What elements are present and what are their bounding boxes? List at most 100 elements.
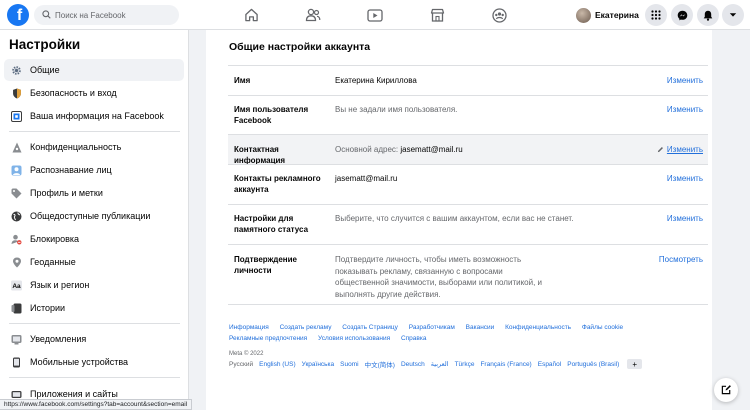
language-link[interactable]: Français (France) xyxy=(480,361,531,368)
sidebar-item-label: Уведомления xyxy=(30,334,87,344)
sidebar-item-security[interactable]: Безопасность и вход xyxy=(4,82,184,104)
row-value: Выберите, что случится с вашим аккаунтом… xyxy=(335,214,574,223)
face-icon xyxy=(11,165,22,176)
sidebar-item-label: Безопасность и вход xyxy=(30,88,117,98)
settings-row-contact[interactable]: Контактная информация Основной адрес: ja… xyxy=(228,134,708,165)
location-icon xyxy=(11,257,22,268)
language-icon: Aa xyxy=(11,280,22,291)
copyright: Meta © 2022 xyxy=(229,351,264,357)
sidebar-item-label: Профиль и метки xyxy=(30,188,103,198)
edit-memorialization-link[interactable]: Изменить xyxy=(667,214,703,223)
watch-icon[interactable] xyxy=(366,6,384,24)
language-link[interactable]: Українська xyxy=(302,361,335,368)
footer-link[interactable]: Конфиденциальность xyxy=(505,322,571,333)
profile-shortcut[interactable]: Екатерина xyxy=(576,6,639,24)
sidebar-divider xyxy=(9,131,180,132)
language-link[interactable]: Türkçe xyxy=(455,361,475,368)
language-current: Русский xyxy=(229,360,254,368)
sidebar-item-label: Приложения и сайты xyxy=(30,389,118,399)
language-list: Русский English (US) Українська Suomi 中文… xyxy=(229,359,643,369)
compose-icon xyxy=(721,384,732,397)
settings-row-ad-contacts[interactable]: Контакты рекламного аккаунта jasematt@ma… xyxy=(228,164,708,204)
row-label: Контакты рекламного аккаунта xyxy=(234,174,321,194)
search-input[interactable] xyxy=(55,10,175,20)
footer-link[interactable]: Разработчикам xyxy=(409,322,455,333)
language-link[interactable]: العربية xyxy=(431,360,449,368)
groups-icon[interactable] xyxy=(490,6,508,24)
footer-link[interactable]: Информация xyxy=(229,322,269,333)
rows-divider xyxy=(228,304,708,305)
sidebar-item-label: Блокировка xyxy=(30,234,80,244)
globe-icon xyxy=(11,211,22,222)
notifications-icon[interactable] xyxy=(697,4,719,26)
sidebar-item-general[interactable]: Общие xyxy=(4,59,184,81)
marketplace-icon[interactable] xyxy=(428,6,446,24)
edit-contact-link[interactable]: Изменить xyxy=(657,145,703,154)
footer-link[interactable]: Рекламные предпочтения xyxy=(229,333,307,344)
sidebar-item-notifications[interactable]: Уведомления xyxy=(4,328,184,350)
language-link[interactable]: Deutsch xyxy=(401,361,425,368)
settings-row-username[interactable]: Имя пользователя Facebook Вы не задали и… xyxy=(228,95,708,134)
settings-row-memorialization[interactable]: Настройки для памятного статуса Выберите… xyxy=(228,204,708,244)
main-content: Общие настройки аккаунта Имя Екатерина К… xyxy=(190,30,750,410)
new-message-button[interactable] xyxy=(714,378,738,402)
edit-name-link[interactable]: Изменить xyxy=(667,76,703,85)
language-link[interactable]: Español xyxy=(538,361,562,368)
settings-row-name[interactable]: Имя Екатерина Кириллова Изменить xyxy=(228,65,708,95)
row-value: jasematt@mail.ru xyxy=(335,174,398,183)
footer-link[interactable]: Справка xyxy=(401,333,427,344)
status-bar-url: https://www.facebook.com/settings?tab=ac… xyxy=(0,399,193,410)
footer-link[interactable]: Вакансии xyxy=(466,322,495,333)
sidebar-item-your-info[interactable]: Ваша информация на Facebook xyxy=(4,105,184,127)
gear-icon xyxy=(11,65,22,76)
messenger-icon[interactable] xyxy=(671,4,693,26)
language-link[interactable]: Suomi xyxy=(340,361,358,368)
page-title: Общие настройки аккаунта xyxy=(229,41,371,53)
sidebar-item-location[interactable]: Геоданные xyxy=(4,251,184,273)
sidebar-title: Настройки xyxy=(9,37,81,52)
friends-icon[interactable] xyxy=(304,6,322,24)
sidebar-item-label: Конфиденциальность xyxy=(30,142,122,152)
pencil-icon xyxy=(657,146,664,153)
footer-link[interactable]: Создать Страницу xyxy=(342,322,398,333)
row-value: Екатерина Кириллова xyxy=(335,76,417,85)
stories-icon xyxy=(11,303,22,314)
edit-ad-contacts-link[interactable]: Изменить xyxy=(667,174,703,183)
footer-link[interactable]: Условия использования xyxy=(318,333,390,344)
row-value: Вы не задали имя пользователя. xyxy=(335,105,458,114)
tag-icon xyxy=(11,188,22,199)
facebook-logo[interactable]: f xyxy=(7,4,29,26)
footer-links: Информация Создать рекламу Создать Стран… xyxy=(229,322,649,344)
home-icon[interactable] xyxy=(242,6,260,24)
user-name: Екатерина xyxy=(595,10,639,20)
more-languages-button[interactable]: + xyxy=(627,359,643,369)
sidebar-item-public-posts[interactable]: Общедоступные публикации xyxy=(4,205,184,227)
sidebar-item-label: Геоданные xyxy=(30,257,76,267)
mobile-icon xyxy=(11,357,22,368)
edit-username-link[interactable]: Изменить xyxy=(667,105,703,114)
bell-icon xyxy=(11,334,22,345)
sidebar-item-label: Ваша информация на Facebook xyxy=(30,111,164,121)
sidebar-item-label: Общие xyxy=(30,65,60,75)
sidebar-item-profile-tagging[interactable]: Профиль и метки xyxy=(4,182,184,204)
shield-icon xyxy=(11,87,22,99)
menu-grid-icon[interactable] xyxy=(645,4,667,26)
sidebar-item-blocking[interactable]: Блокировка xyxy=(4,228,184,250)
search-box[interactable] xyxy=(34,5,179,25)
sidebar-item-language-region[interactable]: Aa Язык и регион xyxy=(4,274,184,296)
sidebar-item-stories[interactable]: Истории xyxy=(4,297,184,319)
apps-icon xyxy=(11,389,22,400)
sidebar-item-mobile[interactable]: Мобильные устройства xyxy=(4,351,184,373)
language-link[interactable]: English (US) xyxy=(259,361,295,368)
language-link[interactable]: 中文(简体) xyxy=(365,359,395,369)
avatar xyxy=(576,7,591,23)
sidebar-item-privacy[interactable]: Конфиденциальность xyxy=(4,136,184,158)
footer-link[interactable]: Файлы cookie xyxy=(582,322,623,333)
view-identity-link[interactable]: Посмотреть xyxy=(659,255,703,264)
footer-link[interactable]: Создать рекламу xyxy=(280,322,332,333)
settings-row-identity[interactable]: Подтверждение личности Подтвердите лично… xyxy=(228,244,708,304)
language-link[interactable]: Português (Brasil) xyxy=(567,361,619,368)
sidebar-item-face-recognition[interactable]: Распознавание лиц xyxy=(4,159,184,181)
account-chevron-icon[interactable] xyxy=(722,4,744,26)
facebook-info-icon xyxy=(11,110,22,122)
